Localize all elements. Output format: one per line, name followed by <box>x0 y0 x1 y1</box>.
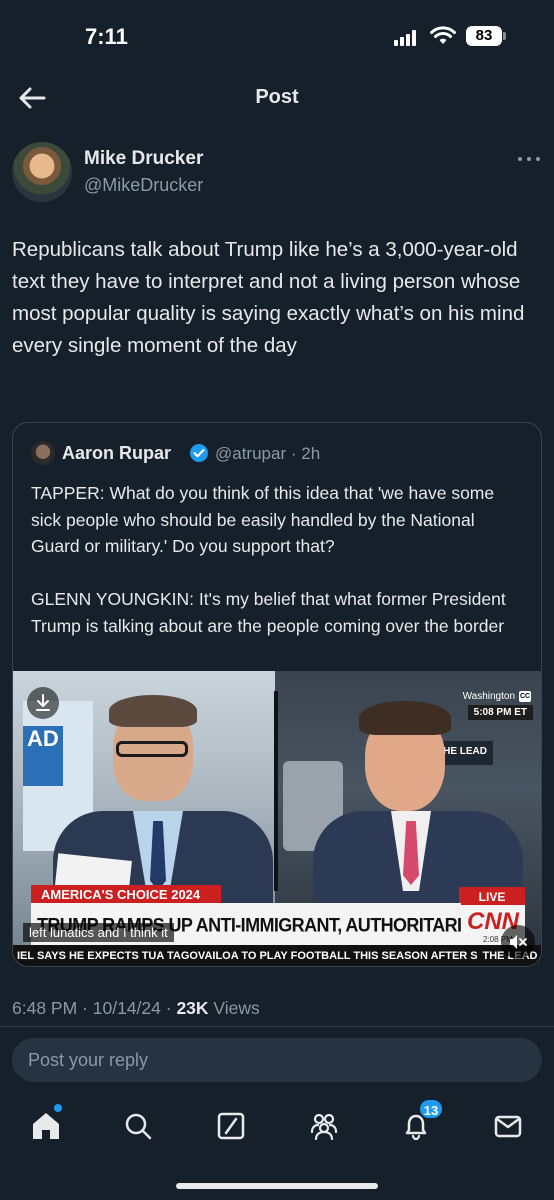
more-options-icon[interactable] <box>518 154 542 164</box>
views-count[interactable]: 23K <box>176 998 208 1018</box>
post-time: 6:48 PM <box>12 998 78 1018</box>
reply-input[interactable]: Post your reply <box>12 1038 542 1082</box>
status-time: 7:11 <box>85 24 128 49</box>
post-text: Republicans talk about Trump like he’s a… <box>12 238 525 357</box>
author-handle[interactable]: @MikeDrucker <box>84 175 203 196</box>
nav-messages[interactable] <box>490 1108 526 1144</box>
home-icon <box>33 1113 59 1139</box>
quoted-author-name: Aaron Rupar <box>62 443 172 463</box>
video-divider <box>274 691 278 891</box>
page-title: Post <box>255 86 299 108</box>
grok-icon <box>217 1112 245 1140</box>
author-name[interactable]: Mike Drucker <box>84 148 203 170</box>
nav-notifications[interactable]: 13 <box>398 1098 444 1144</box>
news-ticker: IEL SAYS HE EXPECTS TUA TAGOVAILOA TO PL… <box>13 945 541 966</box>
post-author: Mike Drucker @MikeDrucker <box>12 140 542 206</box>
video-player[interactable]: AD THE LEAD Washington CC 5:08 PM ET AME… <box>13 671 541 966</box>
quoted-handle-line: @atrupar · 2h <box>215 444 321 463</box>
avatar[interactable] <box>12 142 72 202</box>
nav-communities[interactable] <box>306 1108 342 1144</box>
quoted-post[interactable]: Aaron Rupar @atrupar · 2h TAPPER: What d… <box>12 422 542 967</box>
top-bar: Post <box>0 70 554 126</box>
live-badge: LIVE <box>459 887 525 907</box>
bottom-nav: 13 <box>0 1096 554 1156</box>
speaker-muted-icon <box>510 935 527 949</box>
quoted-age: 2h <box>301 444 321 463</box>
mute-button[interactable] <box>501 925 535 959</box>
mail-icon <box>494 1115 522 1138</box>
wifi-icon <box>430 26 456 44</box>
battery-icon: 83 <box>466 26 502 46</box>
download-icon <box>36 694 50 711</box>
nav-search[interactable] <box>120 1108 156 1144</box>
closed-caption-icon: CC <box>519 691 531 702</box>
nav-grok[interactable] <box>213 1108 249 1144</box>
status-bar: 7:11 83 <box>0 0 554 70</box>
video-location: Washington <box>462 691 515 702</box>
quoted-text: TAPPER: What do you think of this idea t… <box>31 483 506 636</box>
post-date: 10/14/24 <box>92 998 161 1018</box>
notifications-badge: 13 <box>418 1098 444 1120</box>
video-caption: left lunatics and I think it <box>23 923 174 942</box>
video-wall-sign: AD <box>23 726 63 786</box>
anchor-hair <box>109 695 197 727</box>
battery-tip <box>503 32 506 40</box>
divider <box>0 1026 554 1027</box>
verified-badge-icon <box>190 444 208 462</box>
guest-hair <box>359 701 451 735</box>
home-indicator[interactable] <box>176 1183 378 1189</box>
signal-icon <box>394 30 420 46</box>
views-label: Views <box>213 998 260 1018</box>
communities-icon <box>310 1113 338 1141</box>
anchor-glasses <box>116 741 188 757</box>
quoted-avatar <box>31 441 55 465</box>
video-clock: 5:08 PM ET <box>467 705 533 720</box>
post-meta: 6:48 PM · 10/14/24 · 23K Views <box>12 998 260 1018</box>
home-unread-dot <box>54 1104 62 1112</box>
chyron-label: AMERICA'S CHOICE 2024 <box>31 885 221 905</box>
search-icon <box>125 1113 152 1140</box>
nav-home[interactable] <box>28 1104 64 1144</box>
quoted-handle: @atrupar <box>215 444 287 463</box>
download-button[interactable] <box>27 687 59 719</box>
